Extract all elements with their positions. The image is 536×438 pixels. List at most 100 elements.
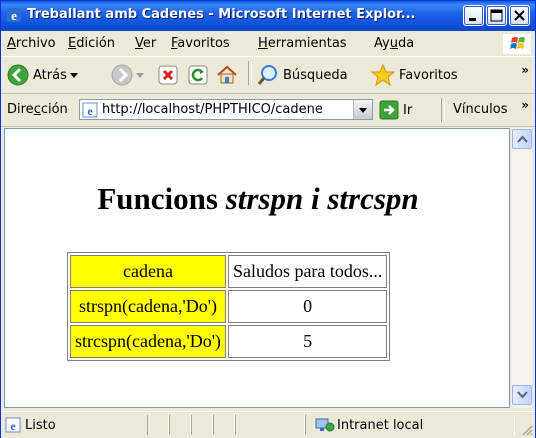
table-row: cadena Saludos para todos...: [70, 255, 388, 288]
search-label: Búsqueda: [283, 67, 348, 83]
results-table: cadena Saludos para todos... strspn(cade…: [67, 252, 391, 361]
menu-archivo[interactable]: Archivo: [7, 36, 56, 51]
close-button[interactable]: [509, 5, 530, 26]
maximize-button[interactable]: [486, 5, 507, 26]
menu-bar: Archivo Edición Ver Favoritos Herramient…: [1, 31, 535, 57]
refresh-icon: [188, 65, 208, 85]
chevron-down-icon: [359, 108, 367, 113]
table-value-cell: 5: [227, 325, 388, 358]
standard-toolbar: Atrás Búsqueda Favoritos »: [1, 57, 535, 94]
table-key-cell: strcspn(cadena,'Do'): [70, 325, 226, 358]
table-key-cell: strspn(cadena,'Do'): [70, 290, 226, 323]
page-done-icon: e: [5, 417, 21, 433]
search-icon: [257, 65, 277, 85]
menu-herramientas[interactable]: Herramientas: [258, 36, 347, 51]
chevron-down-icon: [69, 73, 78, 78]
favorites-button[interactable]: Favoritos: [371, 63, 458, 87]
status-pane: [191, 415, 213, 435]
menu-accel: A: [7, 36, 16, 51]
toolbar-separator: [248, 61, 252, 85]
search-button[interactable]: Búsqueda: [257, 63, 348, 87]
refresh-button[interactable]: [188, 63, 208, 87]
address-label-part: ción: [40, 102, 68, 117]
back-button[interactable]: Atrás: [7, 63, 81, 87]
menu-label: erramientas: [267, 36, 347, 51]
chevron-down-icon: [517, 391, 528, 399]
intranet-zone-icon: [315, 418, 335, 432]
scroll-down-button[interactable]: [512, 385, 532, 405]
table-row: strspn(cadena,'Do') 0: [70, 290, 388, 323]
back-label: Atrás: [33, 67, 67, 83]
menu-accel: E: [68, 36, 77, 51]
windows-logo-icon: [503, 34, 531, 54]
scroll-up-button[interactable]: [512, 129, 532, 149]
address-url: http://localhost/PHPTHICO/cadene: [102, 102, 323, 117]
home-icon: [217, 65, 237, 84]
menu-favoritos[interactable]: Favoritos: [171, 36, 230, 51]
chevron-down-icon: [136, 73, 144, 78]
ie-icon: e: [7, 8, 21, 23]
status-pane: [169, 415, 191, 435]
forward-button[interactable]: [111, 63, 147, 87]
browser-window: e Treballant amb Cadenes - Microsoft Int…: [0, 0, 536, 438]
page-title-italic: strspn i strcspn: [225, 181, 419, 216]
vertical-scrollbar[interactable]: [510, 128, 532, 408]
menu-accel: H: [258, 36, 268, 51]
page-icon: e: [82, 102, 98, 118]
go-arrow-icon: [379, 100, 399, 120]
menu-label: dición: [76, 36, 116, 51]
close-icon: [514, 10, 525, 21]
menu-label: rchivo: [15, 36, 56, 51]
zone-text: Intranet local: [337, 418, 424, 433]
address-bar: Dirección e http://localhost/PHPTHICO/ca…: [1, 94, 535, 127]
menu-label: avoritos: [177, 36, 230, 51]
page-title: Funcions strspn i strcspn: [5, 181, 509, 217]
stop-button[interactable]: [158, 63, 178, 87]
table-key-cell: cadena: [70, 255, 226, 288]
menu-accel: V: [135, 36, 143, 51]
favorites-label: Favoritos: [399, 67, 458, 83]
links-overflow-chevron[interactable]: »: [521, 98, 529, 112]
minimize-button[interactable]: [463, 5, 484, 26]
address-input[interactable]: e http://localhost/PHPTHICO/cadene: [79, 99, 373, 120]
back-arrow-icon: [7, 64, 29, 86]
menu-accel: u: [389, 36, 398, 51]
go-label: Ir: [403, 102, 413, 118]
title-bar[interactable]: e Treballant amb Cadenes - Microsoft Int…: [1, 1, 535, 31]
status-pane: [235, 415, 305, 435]
home-button[interactable]: [216, 63, 238, 87]
svg-text:e: e: [87, 104, 93, 118]
table-value-cell: 0: [227, 290, 388, 323]
menu-label: er: [142, 36, 157, 51]
svg-text:e: e: [11, 8, 17, 23]
links-button[interactable]: Vínculos: [453, 102, 507, 117]
table-row: strcspn(cadena,'Do') 5: [70, 325, 388, 358]
address-label-part: Dire: [7, 102, 34, 117]
svg-text:e: e: [10, 419, 16, 433]
maximize-icon: [490, 9, 503, 22]
menu-ver[interactable]: Ver: [135, 36, 156, 51]
minimize-icon: [469, 18, 476, 21]
toolbar-overflow-chevron[interactable]: »: [521, 63, 529, 77]
table-value-cell: Saludos para todos...: [227, 255, 388, 288]
status-bar: e Listo Intranet local: [1, 411, 535, 438]
page-viewport: Funcions strspn i strcspn cadena Saludos…: [4, 128, 510, 408]
menu-edicion[interactable]: Edición: [68, 36, 115, 51]
go-button[interactable]: Ir: [379, 100, 412, 120]
address-dropdown-button[interactable]: [353, 100, 372, 119]
status-pane: [147, 415, 169, 435]
status-text: Listo: [25, 418, 56, 433]
address-label: Dirección: [7, 102, 68, 117]
favorites-star-icon: [371, 64, 395, 86]
chevron-up-icon: [517, 135, 528, 143]
resize-grip-icon[interactable]: [521, 424, 533, 436]
address-separator: [441, 98, 445, 122]
status-pane: [213, 415, 235, 435]
menu-ayuda[interactable]: Ayuda: [374, 36, 414, 51]
window-title: Treballant amb Cadenes - Microsoft Inter…: [27, 7, 416, 22]
page-title-plain: Funcions: [97, 181, 226, 216]
menu-label: Ay: [374, 36, 390, 51]
stop-icon: [158, 65, 178, 85]
address-label-accel: c: [33, 102, 41, 117]
menu-label: da: [397, 36, 415, 51]
